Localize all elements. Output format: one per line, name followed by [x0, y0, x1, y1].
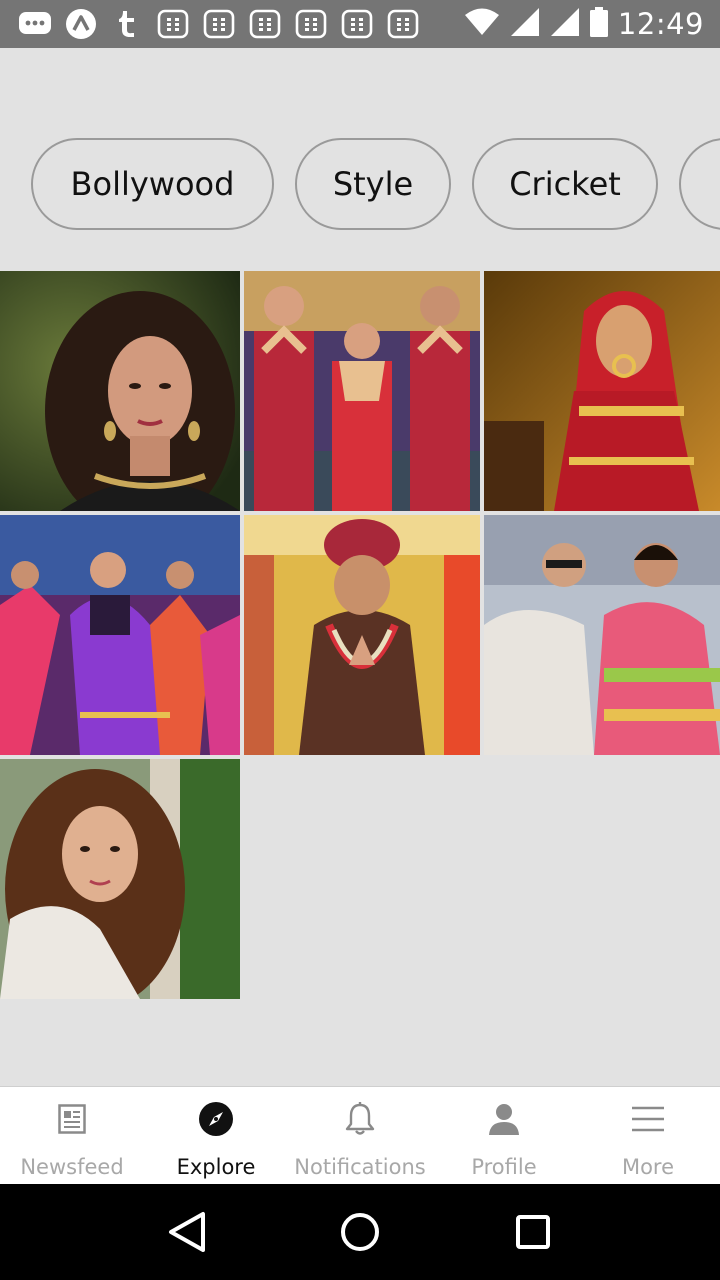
- menu-icon: [630, 1101, 666, 1137]
- chip-cricket[interactable]: Cricket: [472, 138, 658, 230]
- bell-icon: [342, 1101, 378, 1137]
- nav-label: Newsfeed: [20, 1155, 124, 1179]
- chip-style[interactable]: Style: [295, 138, 451, 230]
- home-button[interactable]: [330, 1202, 390, 1262]
- nav-label: More: [621, 1155, 675, 1179]
- status-bar: 12:49: [0, 0, 720, 48]
- grid-tile[interactable]: [484, 271, 720, 511]
- calendar-icon: [340, 9, 374, 39]
- calendar-icon: [294, 9, 328, 39]
- calendar-icon: [386, 9, 420, 39]
- tumblr-icon: [110, 9, 144, 39]
- calendar-icon: [156, 9, 190, 39]
- grid-tile[interactable]: [0, 271, 240, 511]
- chip-bollywood[interactable]: Bollywood: [31, 138, 274, 230]
- message-icon: [18, 9, 52, 39]
- recents-icon: [516, 1215, 551, 1249]
- system-navigation-bar: [0, 1184, 720, 1280]
- person-icon: [486, 1101, 522, 1137]
- wifi-icon: [464, 8, 500, 41]
- app-a-icon: [64, 9, 98, 39]
- battery-icon: [589, 6, 608, 42]
- nav-label: Profile: [471, 1155, 537, 1179]
- newspaper-icon: [54, 1101, 90, 1137]
- calendar-icon: [202, 9, 236, 39]
- grid-tile[interactable]: [244, 271, 480, 511]
- category-chips: Bollywood Style Cricket: [0, 138, 720, 232]
- grid-tile[interactable]: [244, 515, 480, 755]
- recents-button[interactable]: [503, 1202, 563, 1262]
- grid-tile[interactable]: [484, 515, 720, 755]
- chip-next-partial[interactable]: [679, 138, 720, 230]
- back-button[interactable]: [157, 1202, 217, 1262]
- signal-icon: [510, 7, 540, 42]
- screen: 12:49 Bollywood Style Cricket Newsfeed E…: [0, 0, 720, 1280]
- nav-label: Notifications: [294, 1155, 426, 1179]
- nav-item-explore[interactable]: Explore: [144, 1087, 288, 1185]
- nav-label: Explore: [176, 1155, 256, 1179]
- grid-tile[interactable]: [0, 759, 240, 999]
- compass-icon: [198, 1101, 234, 1137]
- nav-item-more[interactable]: More: [576, 1087, 720, 1185]
- bottom-navigation: Newsfeed Explore Notifications Profile M…: [0, 1086, 720, 1184]
- signal-icon: [550, 7, 580, 42]
- grid-tile[interactable]: [0, 515, 240, 755]
- home-icon: [340, 1213, 379, 1251]
- nav-item-newsfeed[interactable]: Newsfeed: [0, 1087, 144, 1185]
- calendar-icon: [248, 9, 282, 39]
- nav-item-profile[interactable]: Profile: [432, 1087, 576, 1185]
- nav-item-notifications[interactable]: Notifications: [288, 1087, 432, 1185]
- clock-time: 12:49: [617, 7, 704, 41]
- back-icon: [168, 1212, 205, 1252]
